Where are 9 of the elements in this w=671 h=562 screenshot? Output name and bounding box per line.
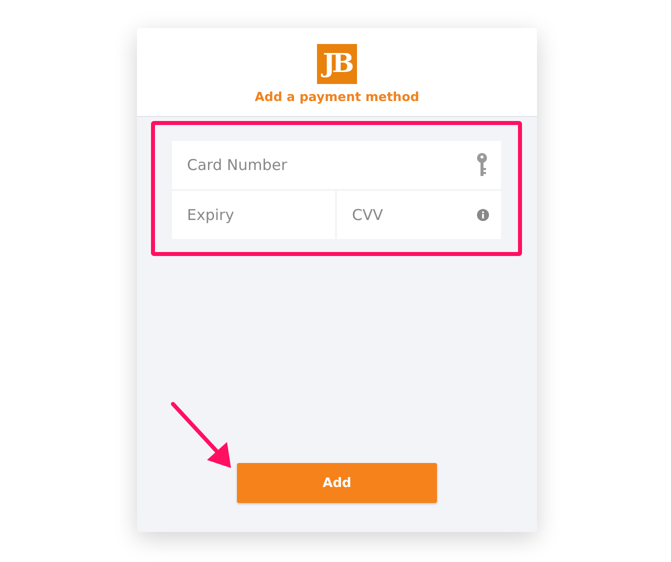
info-icon: [477, 209, 489, 221]
pointer-arrow: [171, 402, 231, 468]
add-button[interactable]: Add: [237, 463, 437, 503]
card-number-field[interactable]: Card Number: [172, 141, 501, 189]
logo: JB: [317, 44, 357, 84]
input-field[interactable]: Expiry: [172, 191, 335, 239]
input-field[interactable]: CVV: [337, 191, 501, 239]
key-icon: [477, 153, 487, 177]
header-title: Add a payment method: [254, 89, 420, 104]
